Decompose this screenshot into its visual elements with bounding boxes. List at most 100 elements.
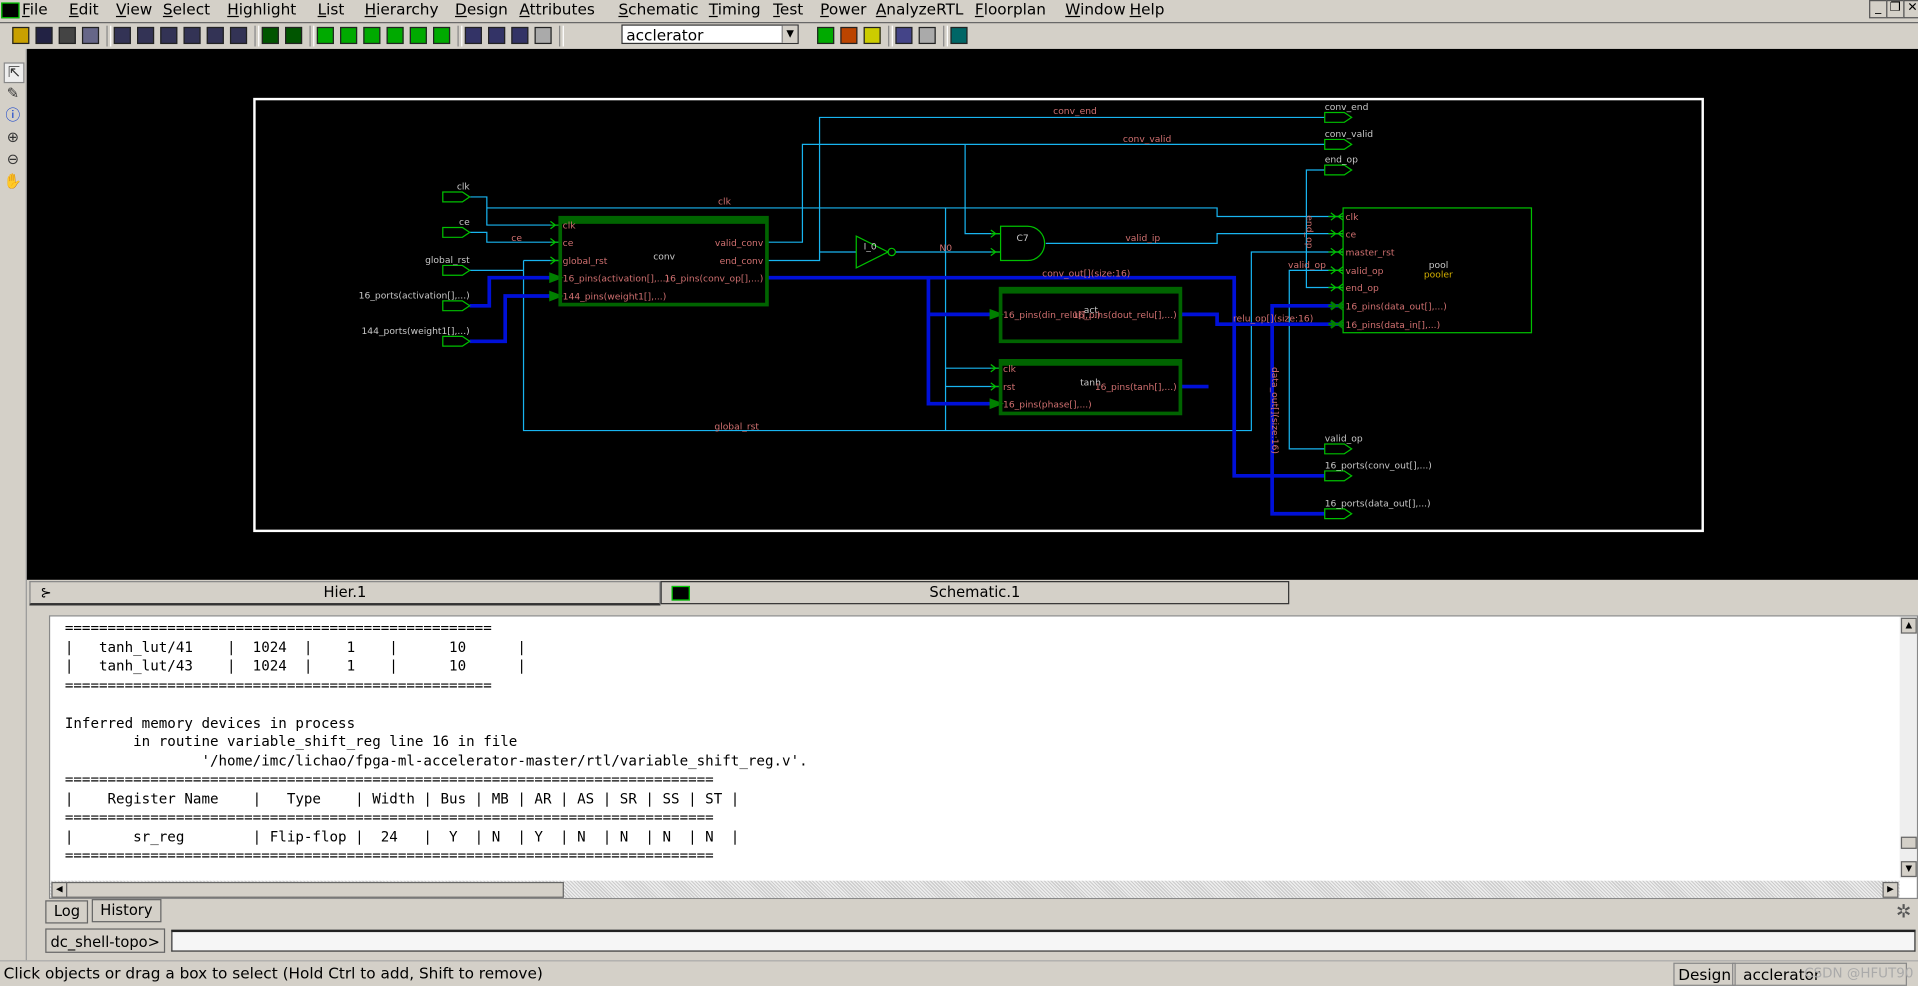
pop-up-icon[interactable]: [285, 26, 303, 45]
menu-schematic[interactable]: Schematic: [618, 0, 698, 20]
console-log[interactable]: ========================================…: [48, 615, 1918, 900]
horizontal-scrollbar[interactable]: ◀ ▶: [50, 880, 1900, 898]
check-icon[interactable]: [863, 26, 881, 45]
scroll-down-button[interactable]: ▼: [1900, 861, 1917, 878]
close-button[interactable]: ✕: [1903, 0, 1918, 19]
properties-icon[interactable]: [81, 26, 100, 45]
schematic-icon[interactable]: [316, 26, 334, 45]
minimize-button[interactable]: _: [1869, 0, 1888, 19]
timing-path-icon[interactable]: [433, 26, 451, 45]
chevron-down-icon[interactable]: ▼: [781, 25, 798, 43]
input-port[interactable]: [442, 191, 471, 203]
select-arrow-icon[interactable]: ⇱: [3, 62, 25, 84]
output-port[interactable]: [1324, 111, 1353, 123]
hierarchy-view-icon[interactable]: [363, 26, 381, 45]
net-wire[interactable]: [486, 207, 1344, 218]
save-icon[interactable]: [35, 26, 53, 45]
create-symbol-icon[interactable]: [340, 26, 358, 45]
zoom-fit-icon[interactable]: [113, 26, 131, 45]
menu-file[interactable]: File: [22, 0, 48, 20]
design-select[interactable]: acclerator ▼: [621, 24, 799, 45]
command-input[interactable]: [171, 929, 1916, 952]
pin-label: 16_pins(dout_relu[],...): [1073, 310, 1177, 321]
output-port[interactable]: [1324, 138, 1353, 150]
scroll-thumb[interactable]: [1900, 836, 1917, 849]
output-port[interactable]: [1324, 470, 1353, 482]
net-wire[interactable]: [1045, 233, 1344, 245]
menu-analyzertl[interactable]: AnalyzeRTL: [876, 0, 964, 20]
path-schematic-icon[interactable]: [409, 26, 427, 45]
net-wire[interactable]: [1288, 269, 1344, 450]
menu-floorplan[interactable]: Floorplan: [975, 0, 1046, 20]
table-icon[interactable]: [840, 26, 858, 45]
open-folder-icon[interactable]: [12, 26, 30, 45]
menu-select[interactable]: Select: [163, 0, 210, 20]
restore-button[interactable]: ❐: [1886, 0, 1905, 19]
output-port[interactable]: [1324, 508, 1353, 520]
menu-help[interactable]: Help: [1130, 0, 1165, 20]
histogram-icon[interactable]: [464, 26, 482, 45]
menu-highlight[interactable]: Highlight: [227, 0, 296, 20]
tab-schematic[interactable]: Schematic.1: [660, 581, 1290, 605]
input-port[interactable]: [442, 300, 471, 312]
zoom-selection-icon[interactable]: [206, 26, 224, 45]
vertical-scrollbar[interactable]: ▲ ▼: [1899, 616, 1917, 879]
gear-icon[interactable]: ✲: [1896, 900, 1911, 922]
print-icon[interactable]: [58, 26, 76, 45]
zoom-box-icon[interactable]: [229, 26, 248, 45]
menu-list[interactable]: List: [318, 0, 345, 20]
input-port[interactable]: [442, 264, 471, 276]
menu-window[interactable]: Window: [1065, 0, 1125, 20]
cell-view-icon[interactable]: [386, 26, 404, 45]
menu-edit[interactable]: Edit: [69, 0, 99, 20]
forward-icon[interactable]: [918, 26, 936, 45]
schematic-drawing[interactable]: conv clk ce global_rst 16_pins(activatio…: [27, 49, 1918, 580]
push-down-icon[interactable]: [261, 26, 279, 45]
menu-hierarchy[interactable]: Hierarchy: [365, 0, 439, 20]
pan-hand-icon[interactable]: ✋: [4, 172, 22, 190]
disabled-icon[interactable]: [534, 26, 552, 45]
net-wire[interactable]: [766, 143, 1325, 243]
bus-wire[interactable]: [766, 275, 1325, 478]
input-port[interactable]: [442, 335, 471, 347]
zoom-previous-icon[interactable]: [183, 26, 201, 45]
output-port[interactable]: [1324, 164, 1353, 176]
input-port[interactable]: [442, 226, 471, 238]
histogram-endpoint-icon[interactable]: [488, 26, 506, 45]
schematic-canvas[interactable]: conv clk ce global_rst 16_pins(activatio…: [26, 48, 1918, 580]
zoom-in-icon[interactable]: ⊕: [4, 128, 22, 146]
menu-attributes[interactable]: Attributes: [519, 0, 595, 20]
menu-design[interactable]: Design: [455, 0, 508, 20]
tab-history[interactable]: History: [91, 899, 162, 923]
back-icon[interactable]: [895, 26, 913, 45]
bus-wire[interactable]: [1270, 303, 1344, 516]
net-wire[interactable]: [766, 116, 1325, 262]
histogram-bar-icon[interactable]: [511, 26, 529, 45]
tab-label: Log: [53, 902, 81, 920]
scroll-right-button[interactable]: ▶: [1882, 881, 1899, 898]
tab-log[interactable]: Log: [45, 900, 89, 924]
menu-timing[interactable]: Timing: [709, 0, 761, 20]
bus-wire[interactable]: [926, 277, 1001, 406]
output-port[interactable]: [1324, 443, 1353, 455]
pencil-icon[interactable]: ✎: [4, 84, 22, 102]
bus-wire[interactable]: [469, 294, 561, 344]
menu-power[interactable]: Power: [820, 0, 866, 20]
tab-hier[interactable]: ⊱ Hier.1: [29, 581, 661, 606]
zoom-out-icon[interactable]: ⊖: [4, 150, 22, 168]
menu-view[interactable]: View: [116, 0, 152, 20]
status-bar: Click objects or drag a box to select (H…: [0, 960, 1918, 986]
menu-test[interactable]: Test: [773, 0, 803, 20]
info-icon[interactable]: ⓘ: [4, 106, 22, 124]
net-wire[interactable]: [964, 144, 1001, 235]
layout-icon[interactable]: [950, 26, 968, 45]
scroll-thumb[interactable]: [66, 881, 564, 898]
bus-wire[interactable]: [469, 275, 561, 308]
report-icon[interactable]: [817, 26, 835, 45]
shell-prompt-button[interactable]: dc_shell-topo>: [45, 928, 166, 953]
scroll-left-button[interactable]: ◀: [51, 881, 68, 898]
scroll-up-button[interactable]: ▲: [1900, 617, 1917, 634]
zoom-half-icon[interactable]: [160, 26, 178, 45]
net-wire[interactable]: [469, 196, 561, 226]
zoom-2-icon[interactable]: [136, 26, 155, 45]
